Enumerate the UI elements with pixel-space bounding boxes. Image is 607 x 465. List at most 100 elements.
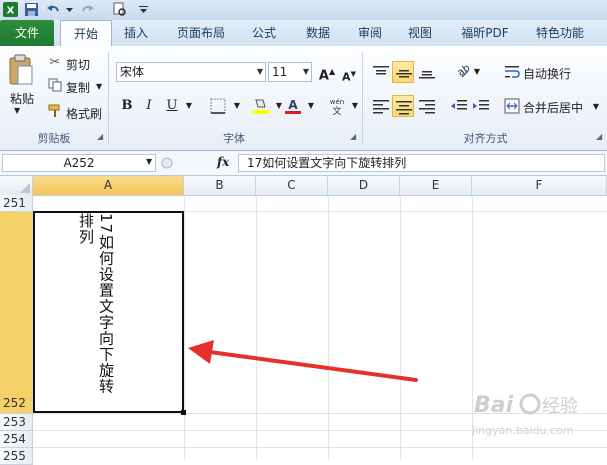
- cut-icon[interactable]: ✂: [46, 54, 64, 72]
- align-right-icon[interactable]: [418, 98, 436, 114]
- copy-icon[interactable]: [48, 78, 62, 92]
- column-header-e[interactable]: E: [400, 176, 472, 195]
- excel-logo-icon: X: [3, 2, 18, 17]
- svg-text:文: 文: [332, 105, 341, 115]
- column-header-d[interactable]: D: [328, 176, 400, 195]
- bold-icon[interactable]: B: [118, 97, 136, 115]
- gridline: [400, 195, 401, 459]
- font-name-value: 宋体: [120, 65, 145, 79]
- tab-foxit-pdf[interactable]: 福昕PDF: [452, 20, 518, 46]
- select-all-icon: [20, 183, 30, 193]
- tab-special-features[interactable]: 特色功能: [528, 20, 592, 46]
- chevron-down-icon[interactable]: ▼: [257, 63, 263, 81]
- customize-qat-icon[interactable]: [136, 2, 151, 17]
- gridline: [328, 195, 329, 459]
- alignment-group-label: 对齐方式: [463, 132, 508, 145]
- copy-button[interactable]: 复制: [66, 79, 90, 96]
- svg-text:经验: 经验: [542, 396, 578, 417]
- ribbon-home: 粘贴 ▼ ✂ 剪切 复制 ▼ 格式刷 剪贴板 ◢ 宋体 ▼ 11 ▼ A▲ A▼…: [0, 46, 607, 151]
- cut-button[interactable]: 剪切: [66, 56, 90, 73]
- merge-dropdown-icon[interactable]: ▼: [587, 98, 605, 116]
- column-header-b[interactable]: B: [184, 176, 256, 195]
- svg-text:X: X: [7, 6, 15, 17]
- phonetic-guide-icon[interactable]: wén 文: [326, 97, 348, 115]
- select-all-corner[interactable]: [0, 176, 33, 195]
- tab-page-layout[interactable]: 页面布局: [170, 20, 232, 46]
- paste-dropdown-icon[interactable]: ▼: [14, 106, 20, 115]
- align-center-icon: [396, 101, 412, 115]
- svg-text:wén: wén: [330, 98, 344, 106]
- italic-icon[interactable]: I: [140, 97, 158, 115]
- gridline: [33, 447, 607, 448]
- align-top-icon[interactable]: [372, 64, 390, 80]
- format-painter-icon[interactable]: [48, 104, 62, 118]
- insert-function-icon[interactable]: fx: [217, 155, 229, 169]
- align-middle-icon: [396, 70, 412, 78]
- tab-file[interactable]: 文件: [0, 20, 54, 46]
- row-header-253[interactable]: 253: [0, 414, 33, 431]
- decrease-indent-icon[interactable]: [450, 98, 468, 114]
- tab-review[interactable]: 审阅: [350, 20, 390, 46]
- redo-icon[interactable]: [80, 2, 95, 17]
- merge-center-button[interactable]: 合并后居中: [523, 99, 583, 116]
- merge-center-icon[interactable]: [504, 98, 520, 114]
- paste-button[interactable]: 粘贴: [10, 90, 34, 107]
- column-header-a[interactable]: A: [33, 176, 184, 195]
- row-header-255[interactable]: 255: [0, 448, 33, 465]
- column-header-c[interactable]: C: [256, 176, 328, 195]
- column-header-f[interactable]: F: [472, 176, 607, 195]
- row-header-251[interactable]: 251: [0, 195, 33, 212]
- group-separator: [108, 52, 109, 144]
- gridline: [256, 195, 257, 459]
- font-size-value: 11: [272, 65, 288, 79]
- formula-input[interactable]: 17如何设置文字向下旋转排列: [238, 154, 605, 172]
- font-name-combo[interactable]: 宋体 ▼: [116, 62, 266, 82]
- name-box[interactable]: A252: [2, 154, 156, 172]
- copy-dropdown-icon[interactable]: ▼: [96, 82, 102, 91]
- svg-text:A: A: [288, 98, 298, 112]
- font-color-dropdown-icon[interactable]: ▼: [302, 97, 320, 115]
- increase-font-size-icon[interactable]: A▲: [318, 63, 336, 83]
- wrap-text-button[interactable]: 自动换行: [523, 65, 571, 82]
- tab-formulas[interactable]: 公式: [244, 20, 284, 46]
- orientation-icon[interactable]: ab: [450, 63, 470, 81]
- font-launcher-icon[interactable]: ◢: [350, 132, 356, 141]
- increase-indent-icon[interactable]: [472, 98, 490, 114]
- name-box-dropdown-icon[interactable]: ▼: [146, 157, 152, 166]
- gridline: [184, 195, 185, 459]
- align-middle-button[interactable]: [392, 61, 414, 83]
- font-color-icon[interactable]: A: [284, 97, 302, 115]
- tab-home[interactable]: 开始: [60, 20, 112, 48]
- alignment-launcher-icon[interactable]: ◢: [596, 132, 602, 141]
- print-preview-icon[interactable]: [112, 2, 127, 17]
- format-painter-button[interactable]: 格式刷: [66, 105, 102, 122]
- font-size-combo[interactable]: 11 ▼: [268, 62, 312, 82]
- tab-insert[interactable]: 插入: [114, 20, 158, 46]
- undo-icon[interactable]: [46, 2, 61, 17]
- align-bottom-icon[interactable]: [418, 64, 436, 80]
- borders-icon[interactable]: [210, 98, 226, 114]
- clipboard-launcher-icon[interactable]: ◢: [97, 132, 103, 141]
- chevron-down-icon[interactable]: ▼: [303, 63, 309, 81]
- undo-dropdown-icon[interactable]: [62, 2, 77, 17]
- decrease-font-size-icon[interactable]: A▼: [340, 65, 358, 84]
- align-center-button[interactable]: [392, 95, 414, 117]
- tab-view[interactable]: 视图: [400, 20, 440, 46]
- underline-icon[interactable]: U: [163, 97, 181, 115]
- baidu-watermark: Bai 经验 jingyan.baidu.com: [468, 384, 606, 444]
- borders-dropdown-icon[interactable]: ▼: [228, 97, 246, 115]
- fill-handle[interactable]: [181, 410, 186, 415]
- fill-color-icon[interactable]: [252, 97, 270, 115]
- annotation-arrow-icon: [188, 340, 418, 382]
- formula-value: 17如何设置文字向下旋转排列: [247, 156, 407, 170]
- row-header-254[interactable]: 254: [0, 431, 33, 448]
- tab-data[interactable]: 数据: [296, 20, 340, 46]
- save-icon[interactable]: [24, 2, 39, 17]
- orientation-dropdown-icon[interactable]: ▼: [468, 63, 486, 81]
- paste-icon[interactable]: [8, 54, 34, 88]
- wrap-text-icon[interactable]: [504, 64, 520, 80]
- underline-dropdown-icon[interactable]: ▼: [180, 97, 198, 115]
- align-left-icon[interactable]: [372, 98, 390, 114]
- name-box-value: A252: [63, 156, 95, 170]
- row-header-252[interactable]: 252: [0, 212, 33, 414]
